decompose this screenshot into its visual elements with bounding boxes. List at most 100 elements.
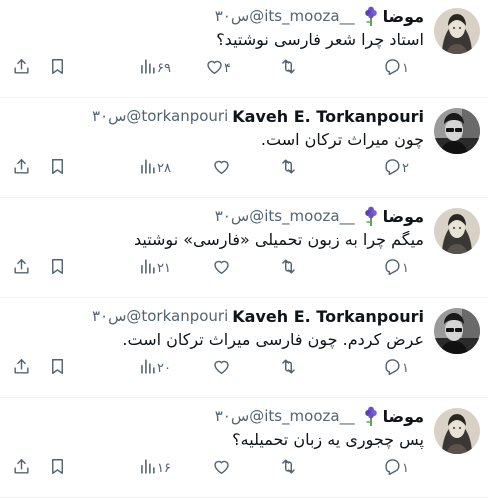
author-handle[interactable]: @its_mooza__ bbox=[249, 207, 354, 225]
heart-icon bbox=[205, 57, 224, 80]
avatar[interactable] bbox=[434, 408, 480, 454]
author-name[interactable]: موضا bbox=[383, 407, 424, 426]
bookmark-button[interactable] bbox=[48, 156, 67, 180]
tweet-timestamp[interactable]: ۳۰س bbox=[215, 207, 249, 225]
like-button[interactable] bbox=[212, 456, 234, 480]
tweet[interactable]: Kaveh E. Torkanpouri @torkanpouri ۳۰س چو… bbox=[0, 100, 488, 198]
retweet-button[interactable] bbox=[279, 56, 298, 80]
share-icon bbox=[12, 257, 31, 280]
like-count: ۴ bbox=[224, 60, 231, 76]
share-button[interactable] bbox=[12, 56, 31, 80]
heart-icon bbox=[212, 157, 231, 180]
views-button[interactable]: ۲۸ bbox=[138, 156, 174, 180]
share-button[interactable] bbox=[12, 356, 31, 380]
author-name[interactable]: Kaveh E. Torkanpouri bbox=[232, 107, 424, 126]
retweet-icon bbox=[279, 357, 298, 380]
bookmark-icon bbox=[48, 157, 67, 180]
reply-button[interactable]: ۱ bbox=[383, 256, 412, 280]
tweet-header: Kaveh E. Torkanpouri @torkanpouri ۳۰س bbox=[92, 104, 424, 128]
like-button[interactable] bbox=[212, 156, 234, 180]
views-icon bbox=[138, 157, 157, 180]
tweet-header: موضا @its_mooza__ ۳۰س bbox=[215, 204, 424, 228]
retweet-button[interactable] bbox=[279, 356, 298, 380]
avatar[interactable] bbox=[434, 108, 480, 154]
heart-icon bbox=[212, 257, 231, 280]
reply-icon bbox=[383, 457, 402, 480]
retweet-button[interactable] bbox=[279, 256, 298, 280]
flower-emoji-icon bbox=[363, 206, 379, 226]
bookmark-button[interactable] bbox=[48, 256, 67, 280]
tweet-text: چون میراث ترکان است. bbox=[260, 130, 424, 149]
retweet-icon bbox=[279, 257, 298, 280]
author-name[interactable]: موضا bbox=[383, 207, 424, 226]
reply-button[interactable]: ۲ bbox=[383, 156, 412, 180]
retweet-button[interactable] bbox=[279, 456, 298, 480]
share-button[interactable] bbox=[12, 256, 31, 280]
tweet[interactable]: Kaveh E. Torkanpouri @torkanpouri ۳۰س عر… bbox=[0, 300, 488, 398]
heart-icon bbox=[212, 457, 231, 480]
views-button[interactable]: ۱۶ bbox=[138, 456, 174, 480]
author-handle[interactable]: @torkanpouri bbox=[126, 107, 228, 125]
tweet-header: موضا @its_mooza__ ۳۰س bbox=[215, 4, 424, 28]
tweet-actions: ۱ ۴ ۶۹ bbox=[0, 56, 424, 80]
tweet[interactable]: موضا @its_mooza__ ۳۰س استاد چرا شعر فارس… bbox=[0, 0, 488, 98]
share-button[interactable] bbox=[12, 156, 31, 180]
bookmark-icon bbox=[48, 457, 67, 480]
tweet-timestamp[interactable]: ۳۰س bbox=[92, 107, 126, 125]
retweet-icon bbox=[279, 157, 298, 180]
tweet-timestamp[interactable]: ۳۰س bbox=[215, 407, 249, 425]
share-button[interactable] bbox=[12, 456, 31, 480]
views-icon bbox=[138, 257, 157, 280]
author-handle[interactable]: @its_mooza__ bbox=[249, 407, 354, 425]
share-icon bbox=[12, 357, 31, 380]
author-handle[interactable]: @torkanpouri bbox=[126, 307, 228, 325]
author-handle[interactable]: @its_mooza__ bbox=[249, 7, 354, 25]
bookmark-icon bbox=[48, 57, 67, 80]
reply-button[interactable]: ۱ bbox=[383, 456, 412, 480]
tweet-header: موضا @its_mooza__ ۳۰س bbox=[215, 404, 424, 428]
flower-emoji-icon bbox=[363, 406, 379, 426]
avatar[interactable] bbox=[434, 308, 480, 354]
like-button[interactable] bbox=[212, 356, 234, 380]
author-name[interactable]: Kaveh E. Torkanpouri bbox=[232, 307, 424, 326]
retweet-button[interactable] bbox=[279, 156, 298, 180]
bookmark-button[interactable] bbox=[48, 356, 67, 380]
avatar[interactable] bbox=[434, 208, 480, 254]
tweet-actions: ۲ ۲۸ bbox=[0, 156, 424, 180]
tweet-timestamp[interactable]: ۳۰س bbox=[215, 7, 249, 25]
tweet[interactable]: موضا @its_mooza__ ۳۰س پس چجوری یه زبان ت… bbox=[0, 400, 488, 498]
tweet-text: استاد چرا شعر فارسی نوشتید؟ bbox=[216, 30, 424, 49]
tweet-text: پس چجوری یه زبان تحمیلیه؟ bbox=[232, 430, 424, 449]
bookmark-button[interactable] bbox=[48, 456, 67, 480]
views-button[interactable]: ۲۰ bbox=[138, 356, 174, 380]
retweet-icon bbox=[279, 57, 298, 80]
reply-icon bbox=[383, 257, 402, 280]
views-button[interactable]: ۶۹ bbox=[138, 56, 174, 80]
tweet-text: میگم چرا به زبون تحمیلی «فارسی» نوشتید bbox=[133, 230, 424, 249]
share-icon bbox=[12, 457, 31, 480]
tweet-actions: ۱ ۱۶ bbox=[0, 456, 424, 480]
bookmark-icon bbox=[48, 357, 67, 380]
tweet-timestamp[interactable]: ۳۰س bbox=[92, 307, 126, 325]
reply-count: ۲ bbox=[402, 160, 409, 176]
reply-button[interactable]: ۱ bbox=[383, 356, 412, 380]
avatar[interactable] bbox=[434, 8, 480, 54]
reply-button[interactable]: ۱ bbox=[383, 56, 412, 80]
tweet-text: عرض کردم. چون فارسی میراث ترکان است. bbox=[122, 330, 424, 349]
views-button[interactable]: ۲۱ bbox=[138, 256, 174, 280]
retweet-icon bbox=[279, 457, 298, 480]
reply-icon bbox=[383, 57, 402, 80]
like-button[interactable]: ۴ bbox=[205, 56, 234, 80]
bookmark-button[interactable] bbox=[48, 56, 67, 80]
share-icon bbox=[12, 57, 31, 80]
tweet-actions: ۱ ۲۰ bbox=[0, 356, 424, 380]
tweet[interactable]: موضا @its_mooza__ ۳۰س میگم چرا به زبون ت… bbox=[0, 200, 488, 298]
like-button[interactable] bbox=[212, 256, 234, 280]
views-icon bbox=[138, 57, 157, 80]
reply-icon bbox=[383, 357, 402, 380]
flower-emoji-icon bbox=[363, 6, 379, 26]
views-icon bbox=[138, 457, 157, 480]
author-name[interactable]: موضا bbox=[383, 7, 424, 26]
views-count: ۲۸ bbox=[157, 160, 171, 176]
reply-count: ۱ bbox=[402, 60, 409, 76]
